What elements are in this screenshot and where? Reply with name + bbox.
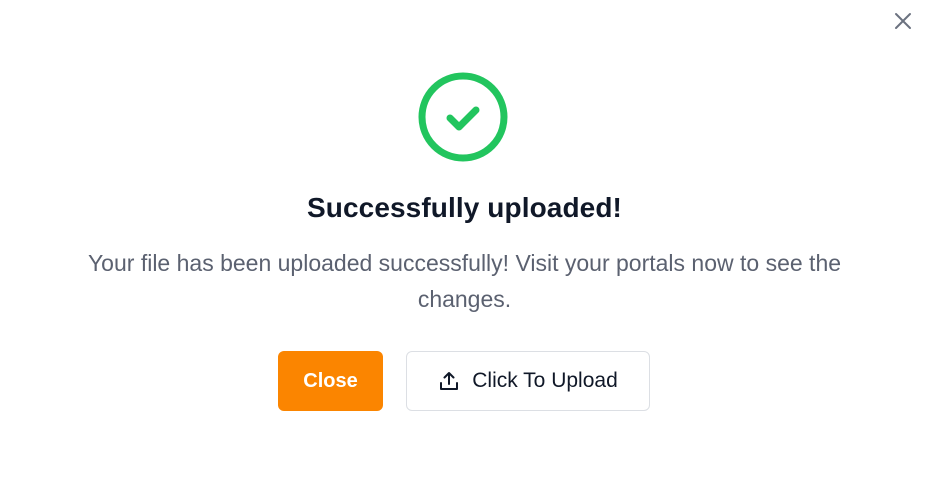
close-button-label: Close (303, 369, 358, 392)
upload-icon (438, 370, 460, 392)
dialog-title: Successfully uploaded! (307, 192, 622, 223)
close-button[interactable]: Close (278, 351, 383, 411)
close-icon[interactable] (893, 11, 913, 31)
dialog-message: Your file has been uploaded successfully… (87, 250, 842, 312)
click-to-upload-button[interactable]: Click To Upload (406, 351, 650, 411)
check-circle-icon (418, 72, 508, 162)
click-to-upload-label: Click To Upload (472, 369, 618, 392)
upload-success-dialog: Successfully uploaded! Your file has bee… (0, 0, 929, 479)
